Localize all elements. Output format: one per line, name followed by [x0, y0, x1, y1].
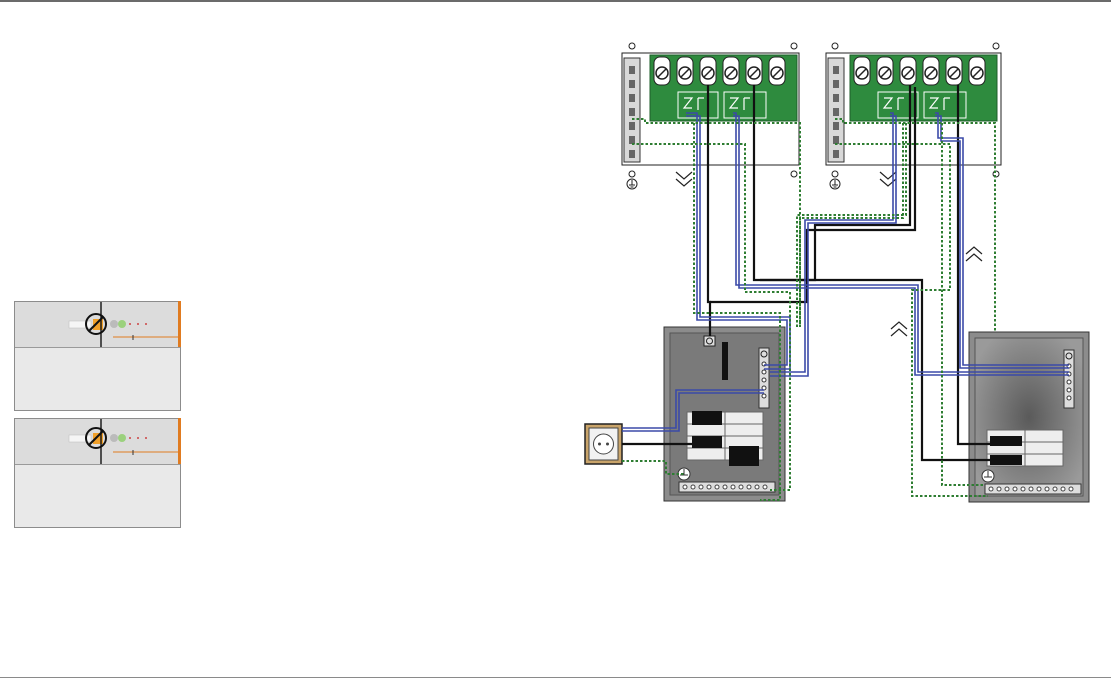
chevron-up-icon — [890, 321, 908, 337]
ground-symbol-icon — [981, 469, 995, 483]
ground-symbol-icon — [829, 178, 841, 190]
wiring-diagram — [584, 42, 1090, 503]
chevron-down-icon — [675, 171, 693, 187]
terminal-unit-1 — [621, 42, 800, 190]
chevron-up-icon — [965, 246, 983, 262]
ground-symbol-icon — [677, 467, 691, 481]
outlet-icon — [584, 423, 623, 465]
ground-symbol-icon — [626, 178, 638, 190]
distribution-panel-2 — [968, 331, 1090, 503]
terminal-unit-2 — [825, 42, 1002, 190]
